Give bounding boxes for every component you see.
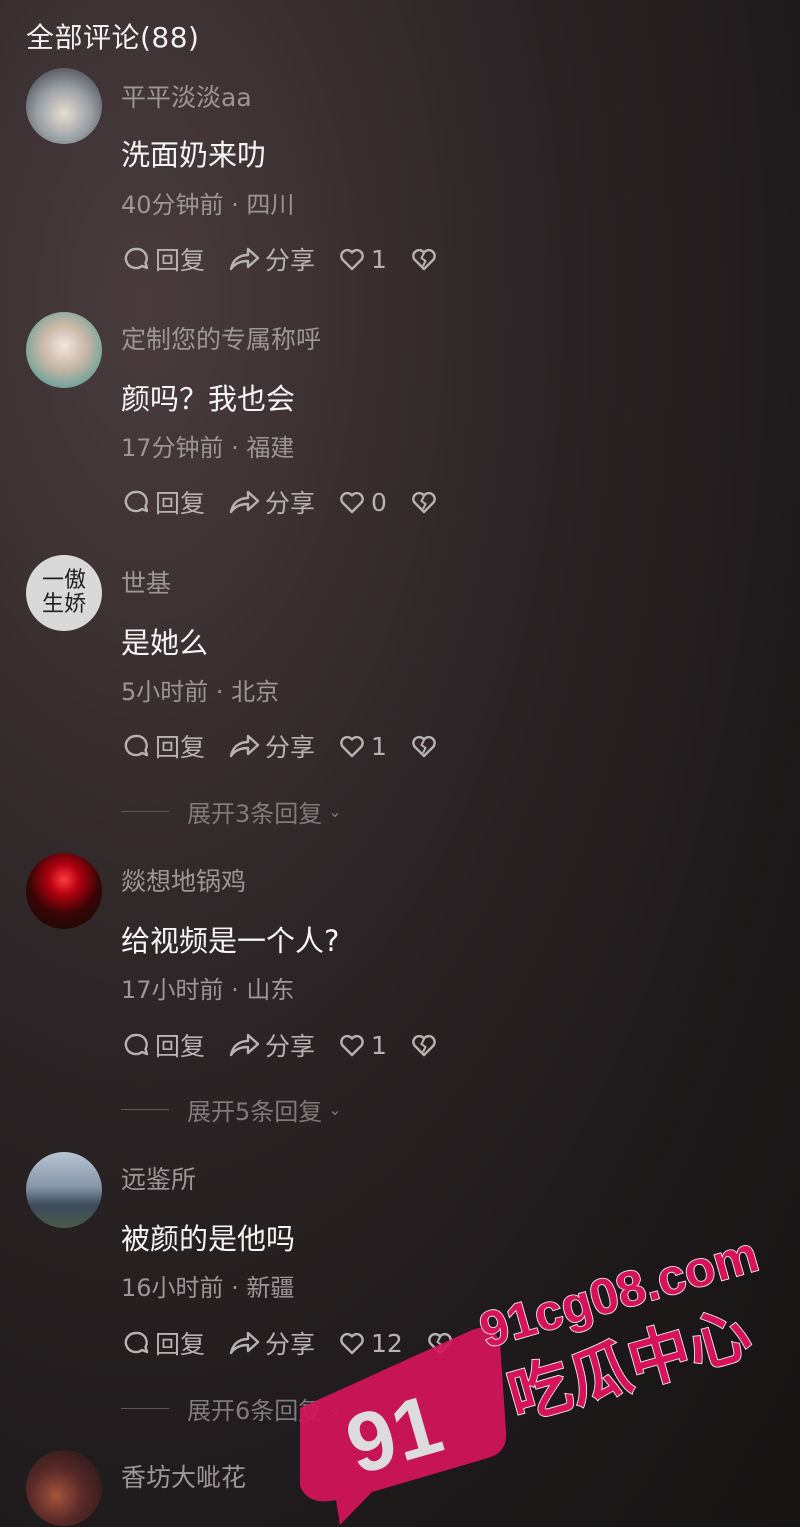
broken-heart-icon xyxy=(412,735,436,758)
share-button[interactable]: 分享 xyxy=(227,1027,315,1063)
share-button[interactable]: 分享 xyxy=(227,728,315,764)
like-button[interactable]: 1 xyxy=(337,1030,387,1060)
watermark-domain: 91cg08.com xyxy=(474,1226,765,1359)
broken-heart-icon xyxy=(412,248,436,271)
dislike-button[interactable] xyxy=(409,487,443,517)
chat-bubble-icon xyxy=(124,247,149,270)
comment-actions: 回复 分享 1 xyxy=(121,728,465,764)
comment-username[interactable]: 远鉴所 xyxy=(121,1160,196,1196)
share-arrow-icon xyxy=(229,734,260,758)
divider-line xyxy=(121,1408,169,1409)
dislike-button[interactable] xyxy=(409,1030,443,1060)
dislike-button[interactable] xyxy=(409,244,443,274)
heart-icon xyxy=(340,248,364,271)
dislike-button[interactable] xyxy=(425,1328,459,1358)
heart-icon xyxy=(340,735,364,758)
share-label: 分享 xyxy=(265,1032,316,1061)
reply-label: 回复 xyxy=(155,489,206,518)
divider-line xyxy=(121,811,169,812)
comment-username[interactable]: 香坊大呲花 xyxy=(121,1458,246,1494)
reply-button[interactable]: 回复 xyxy=(121,1325,205,1361)
expand-replies-button[interactable]: 展开3条回复 ⌄ xyxy=(121,794,342,829)
like-count: 0 xyxy=(371,487,387,517)
comment-actions: 回复 分享 1 xyxy=(121,241,465,277)
comment-text: 是她么 xyxy=(121,626,209,660)
comment-text: 颜吗？我也会 xyxy=(121,382,296,416)
chat-bubble-icon xyxy=(124,1033,149,1056)
expand-replies-label: 展开6条回复 xyxy=(187,1397,323,1425)
chevron-down-icon: ⌄ xyxy=(328,1100,342,1119)
like-count: 1 xyxy=(371,244,387,274)
avatar[interactable] xyxy=(26,1152,102,1228)
like-button[interactable]: 1 xyxy=(337,244,387,274)
avatar[interactable] xyxy=(26,312,102,388)
comment-actions: 回复 分享 1 xyxy=(121,1027,465,1063)
share-button[interactable]: 分享 xyxy=(227,241,315,277)
comment-username[interactable]: 世基 xyxy=(121,564,171,600)
comment-meta: 16小时前 · 新疆 xyxy=(121,1274,295,1302)
like-count: 12 xyxy=(371,1328,403,1358)
share-arrow-icon xyxy=(229,247,260,271)
chevron-down-icon: ⌄ xyxy=(328,1399,342,1418)
expand-replies-label: 展开5条回复 xyxy=(187,1098,323,1126)
chat-bubble-icon xyxy=(124,734,149,757)
avatar[interactable] xyxy=(26,853,102,929)
dislike-button[interactable] xyxy=(409,731,443,761)
like-button[interactable]: 12 xyxy=(337,1328,403,1358)
watermark-name: 吃瓜中心 xyxy=(500,1296,759,1435)
comment-username[interactable]: 平平淡淡aa xyxy=(121,78,252,114)
comment-username[interactable]: 燚想地锅鸡 xyxy=(121,862,246,898)
share-label: 分享 xyxy=(265,1330,316,1359)
reply-label: 回复 xyxy=(155,733,206,762)
like-count: 1 xyxy=(371,731,387,761)
reply-button[interactable]: 回复 xyxy=(121,728,205,764)
comment-meta: 5小时前 · 北京 xyxy=(121,678,280,706)
like-count: 1 xyxy=(371,1030,387,1060)
share-arrow-icon xyxy=(229,490,260,514)
share-label: 分享 xyxy=(265,246,316,275)
share-label: 分享 xyxy=(265,489,316,518)
share-arrow-icon xyxy=(229,1033,260,1057)
heart-icon xyxy=(340,491,364,514)
broken-heart-icon xyxy=(428,1332,452,1355)
chat-bubble-icon xyxy=(124,490,149,513)
comment-actions: 回复 分享 0 xyxy=(121,484,465,520)
comment-meta: 17小时前 · 山东 xyxy=(121,976,295,1004)
chevron-down-icon: ⌄ xyxy=(328,802,342,821)
watermark-number: 91 xyxy=(336,1376,452,1492)
comment-text: 给视频是一个人? xyxy=(121,924,340,958)
comments-header: 全部评论(88) xyxy=(26,21,200,54)
comment-meta: 40分钟前 · 四川 xyxy=(121,191,295,219)
share-arrow-icon xyxy=(229,1331,260,1355)
comment-text: 被颜的是他吗 xyxy=(121,1222,296,1256)
comment-username[interactable]: 定制您的专属称呼 xyxy=(121,320,321,356)
avatar[interactable]: 一傲生娇 xyxy=(26,555,102,631)
chat-bubble-icon xyxy=(124,1331,149,1354)
avatar[interactable] xyxy=(26,1450,102,1526)
heart-icon xyxy=(340,1034,364,1057)
comment-text: 洗面奶来叻 xyxy=(121,138,267,172)
broken-heart-icon xyxy=(412,1034,436,1057)
reply-label: 回复 xyxy=(155,246,206,275)
expand-replies-button[interactable]: 展开6条回复 ⌄ xyxy=(121,1391,342,1426)
comment-meta: 17分钟前 · 福建 xyxy=(121,434,295,462)
divider-line xyxy=(121,1109,169,1110)
comment-actions: 回复 分享 12 xyxy=(121,1325,481,1361)
expand-replies-label: 展开3条回复 xyxy=(187,800,323,828)
expand-replies-button[interactable]: 展开5条回复 ⌄ xyxy=(121,1092,342,1127)
reply-button[interactable]: 回复 xyxy=(121,484,205,520)
share-label: 分享 xyxy=(265,733,316,762)
avatar-calligraphy: 一傲生娇 xyxy=(42,568,87,617)
reply-button[interactable]: 回复 xyxy=(121,1027,205,1063)
share-button[interactable]: 分享 xyxy=(227,1325,315,1361)
broken-heart-icon xyxy=(412,491,436,514)
reply-button[interactable]: 回复 xyxy=(121,241,205,277)
avatar[interactable] xyxy=(26,68,102,144)
reply-label: 回复 xyxy=(155,1032,206,1061)
reply-label: 回复 xyxy=(155,1330,206,1359)
like-button[interactable]: 1 xyxy=(337,731,387,761)
share-button[interactable]: 分享 xyxy=(227,484,315,520)
like-button[interactable]: 0 xyxy=(337,487,387,517)
heart-icon xyxy=(340,1332,364,1355)
